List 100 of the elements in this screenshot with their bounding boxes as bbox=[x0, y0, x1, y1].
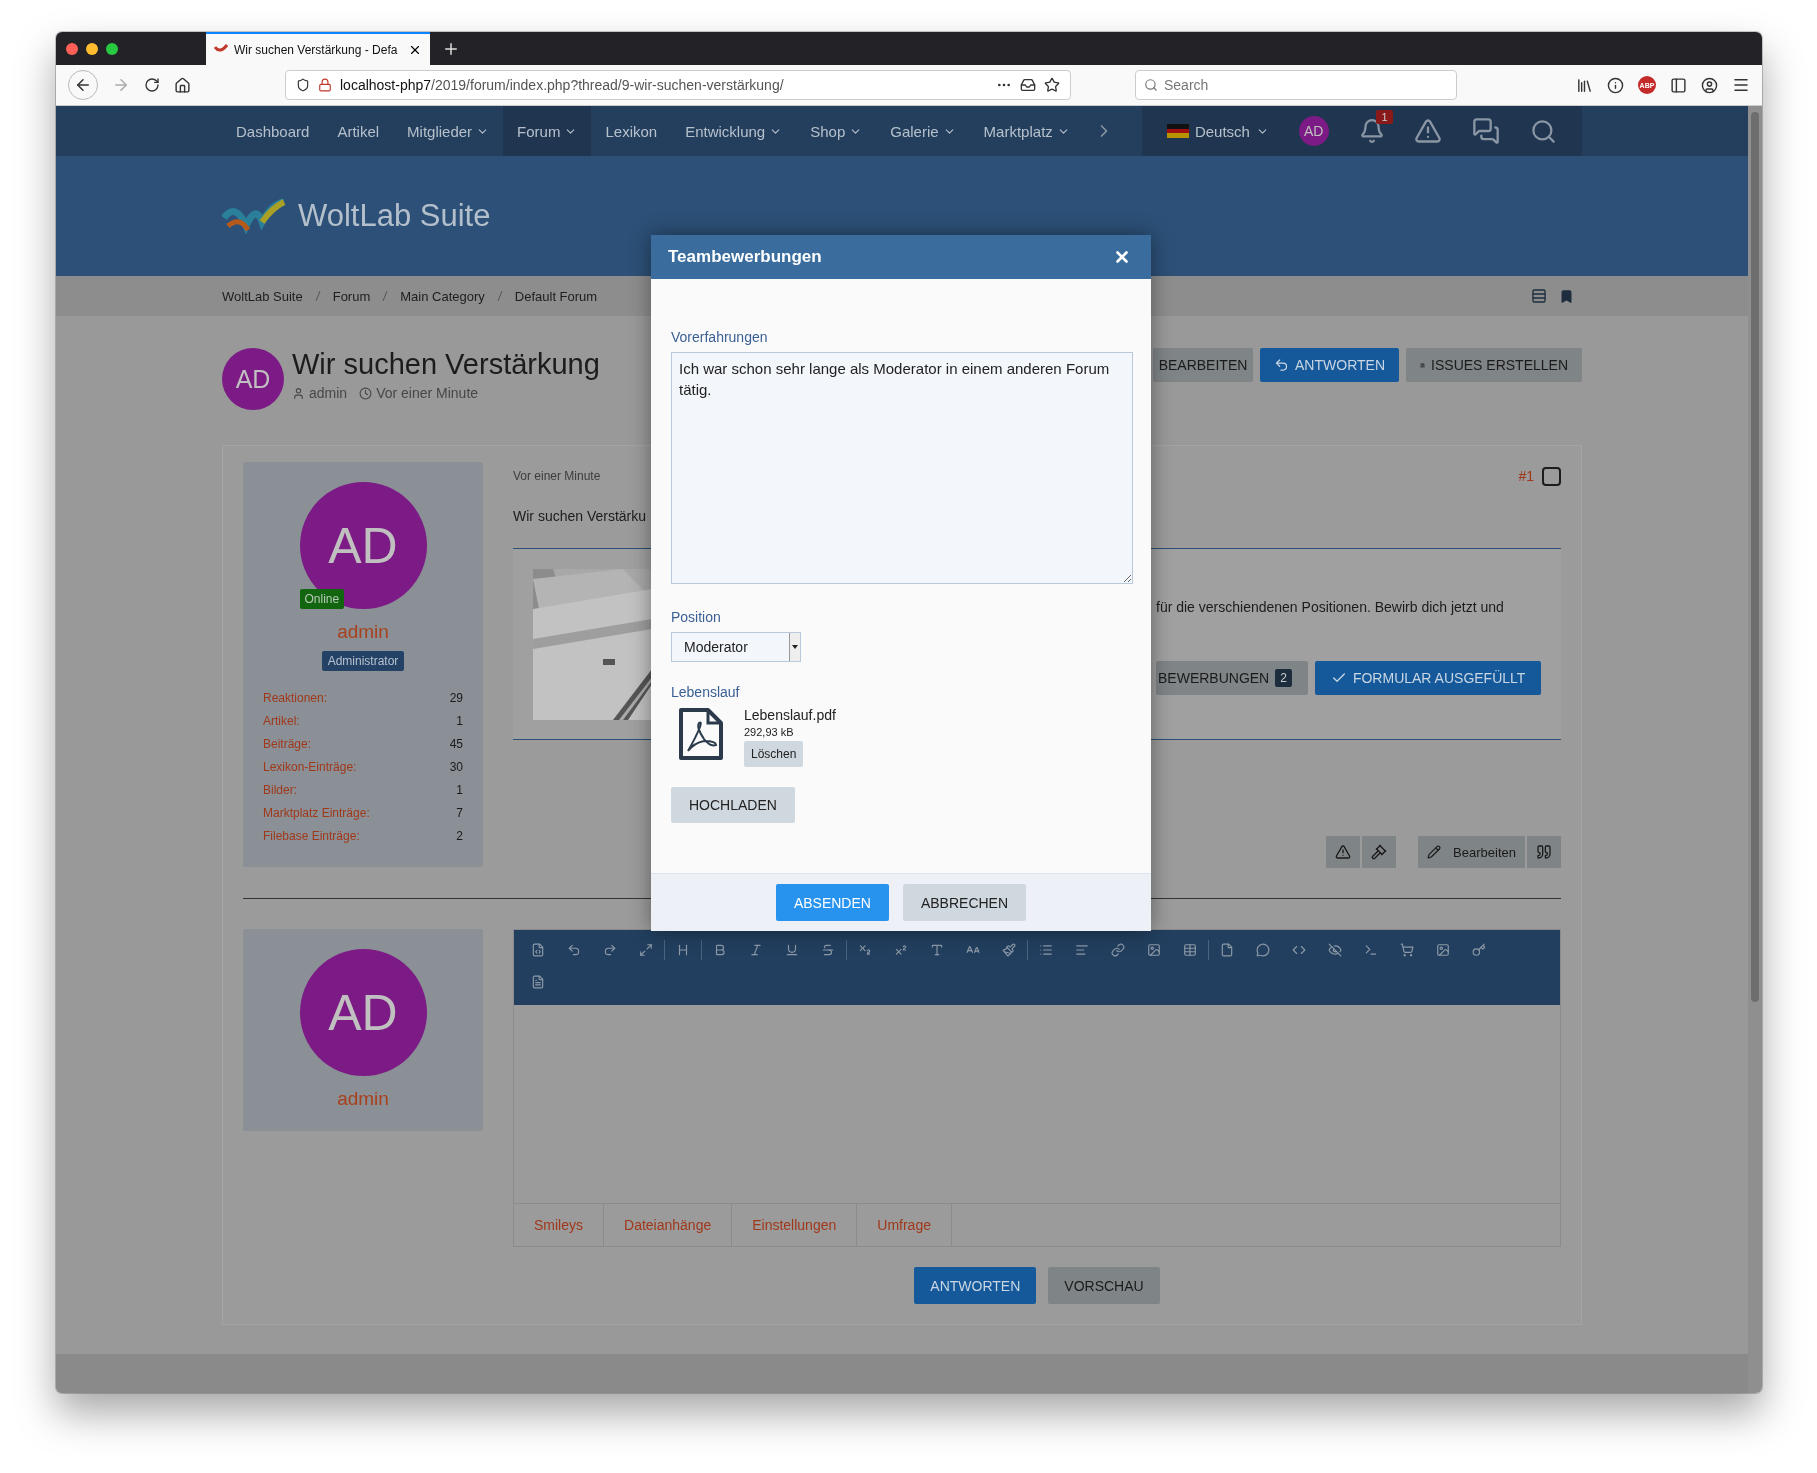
home-icon[interactable] bbox=[174, 76, 191, 94]
bookmark-star-icon[interactable] bbox=[1044, 77, 1060, 93]
language-selector[interactable]: Deutsch bbox=[1166, 122, 1269, 140]
upload-button[interactable]: HOCHLADEN bbox=[671, 787, 795, 823]
stat-value: 7 bbox=[456, 806, 463, 822]
caret-icon bbox=[792, 645, 798, 649]
stat-value: 1 bbox=[456, 714, 463, 730]
inbox-icon[interactable] bbox=[1020, 77, 1036, 93]
close-window-button[interactable] bbox=[66, 42, 78, 55]
preview-button[interactable]: VORSCHAU bbox=[1048, 1267, 1160, 1304]
thread-button[interactable]: BEARBEITEN bbox=[1153, 348, 1253, 382]
stat-value: 29 bbox=[449, 691, 463, 707]
nav-item[interactable]: Shop bbox=[796, 106, 877, 156]
search-field[interactable]: Search bbox=[1135, 70, 1457, 100]
stat-value: 2 bbox=[456, 829, 463, 845]
warning-button[interactable] bbox=[1326, 836, 1361, 868]
edit-button[interactable]: Bearbeiten bbox=[1418, 836, 1525, 868]
zoom-window-button[interactable] bbox=[106, 42, 118, 55]
url-text: localhost-php7/2019/forum/index.php?thread/9-wir-suchen-verstärkung/ bbox=[340, 77, 785, 93]
scrollbar[interactable] bbox=[1748, 106, 1762, 1393]
pencil-icon bbox=[1427, 845, 1442, 859]
text-area[interactable]: Ich war schon sehr lange als Moderator in einem anderen Forum tätig. bbox=[671, 352, 1133, 584]
clock-icon bbox=[359, 386, 373, 400]
field-label: Position bbox=[671, 609, 722, 625]
chat-icon[interactable] bbox=[1472, 117, 1501, 145]
notification-badge: 1 bbox=[1376, 110, 1393, 124]
breadcrumb-link[interactable]: WoltLab Suite bbox=[222, 288, 303, 304]
file-name: Lebenslauf.pdf bbox=[744, 707, 836, 723]
forward-icon[interactable] bbox=[112, 76, 130, 94]
field-label: Lebenslauf bbox=[671, 684, 741, 700]
rank-badge: Administrator bbox=[321, 651, 405, 671]
editor-tab[interactable]: Einstellungen bbox=[732, 1204, 858, 1246]
nav-item[interactable]: Marktplatz bbox=[969, 106, 1084, 156]
breadcrumb-link[interactable]: Default Forum bbox=[514, 288, 598, 304]
minimize-window-button[interactable] bbox=[86, 42, 98, 55]
post-text: für die verschiendenen Positionen. Bewirb dich jetzt und bbox=[1156, 599, 1505, 615]
pdf-file-icon bbox=[678, 707, 724, 761]
stat-value: 1 bbox=[456, 783, 463, 799]
nav-item[interactable]: Dashboard bbox=[222, 106, 324, 156]
delete-button[interactable]: Löschen bbox=[744, 741, 804, 767]
post-time: Vor einer Minute bbox=[513, 469, 601, 483]
info-icon[interactable] bbox=[1607, 76, 1624, 94]
file-size: 292,93 kB bbox=[744, 726, 794, 738]
stat-value: 30 bbox=[449, 760, 463, 776]
browser-tab[interactable]: Wir suchen Verstärkung - Defa bbox=[206, 32, 430, 65]
submit-button[interactable]: ABSENDEN bbox=[775, 884, 889, 921]
nav-item[interactable]: Mitglieder bbox=[393, 106, 504, 156]
bookmark-icon[interactable] bbox=[1559, 288, 1574, 304]
author-name: admin bbox=[309, 385, 348, 401]
nav-item[interactable]: Artikel bbox=[323, 106, 394, 156]
user-avatar[interactable]: AD bbox=[1298, 116, 1329, 146]
stat-value: 45 bbox=[449, 737, 463, 753]
thread-avatar: AD bbox=[222, 348, 284, 410]
hammer-icon bbox=[1371, 844, 1388, 860]
insecure-lock-icon bbox=[318, 78, 332, 92]
select-field[interactable]: Moderator bbox=[671, 632, 801, 662]
slash-icon bbox=[496, 290, 503, 302]
post-checkbox[interactable] bbox=[1542, 466, 1561, 486]
reply-button[interactable]: ANTWORTEN bbox=[914, 1267, 1037, 1304]
reply-icon bbox=[1274, 357, 1290, 373]
shield-icon bbox=[296, 78, 310, 92]
user-avatar: AD bbox=[299, 949, 427, 1076]
post-button[interactable]: FORMULAR AUSGEFÜLLT bbox=[1314, 661, 1542, 695]
count-badge: 2 bbox=[1275, 669, 1292, 687]
thread-button[interactable]: ISSUES ERSTELLEN bbox=[1406, 348, 1582, 382]
nav-item[interactable]: Entwicklung bbox=[671, 106, 797, 156]
library-icon[interactable] bbox=[1576, 76, 1593, 94]
editor-tab[interactable]: Smileys bbox=[514, 1204, 604, 1246]
editor-tab[interactable]: Dateianhänge bbox=[604, 1204, 733, 1246]
user-icon bbox=[292, 386, 305, 400]
warning-icon[interactable] bbox=[1414, 117, 1443, 145]
thread-title: Wir suchen Verstärkung bbox=[292, 348, 600, 381]
breadcrumb-link[interactable]: Forum bbox=[332, 288, 371, 304]
post-button[interactable]: BEWERBUNGEN 2 bbox=[1156, 661, 1308, 695]
cancel-button[interactable]: ABBRECHEN bbox=[902, 884, 1027, 921]
thread-button[interactable]: ANTWORTEN bbox=[1260, 348, 1399, 382]
reload-icon[interactable] bbox=[144, 77, 160, 93]
account-icon[interactable] bbox=[1701, 76, 1718, 94]
dialog-title: Teambewerbungen bbox=[668, 247, 823, 267]
post-time: Vor einer Minute bbox=[376, 385, 479, 401]
search-icon[interactable] bbox=[1530, 117, 1558, 145]
search-icon bbox=[1144, 78, 1158, 92]
list-icon[interactable] bbox=[1531, 288, 1547, 304]
post-title: Wir suchen Verstärku bbox=[513, 508, 648, 524]
logo-text: WoltLab Suite bbox=[298, 198, 491, 234]
menu-icon[interactable] bbox=[1732, 76, 1750, 94]
hammer-button[interactable] bbox=[1362, 836, 1397, 868]
nav-item[interactable]: Galerie bbox=[876, 106, 970, 156]
quote-icon bbox=[1536, 844, 1552, 860]
sidebar-icon[interactable] bbox=[1670, 76, 1687, 94]
editor-tab[interactable]: Umfrage bbox=[857, 1204, 952, 1246]
address-bar[interactable]: localhost-php7/2019/forum/index.php?thread/9-wir-suchen-verstärkung/ bbox=[285, 70, 1071, 100]
nav-item[interactable]: Forum bbox=[503, 106, 592, 156]
warning-icon bbox=[1335, 844, 1352, 860]
slash-icon bbox=[314, 290, 321, 302]
quote-button[interactable] bbox=[1527, 836, 1561, 868]
logo-icon bbox=[222, 196, 288, 236]
breadcrumb-link[interactable]: Main Category bbox=[400, 288, 485, 304]
flag-icon bbox=[1166, 124, 1189, 138]
nav-item[interactable]: Lexikon bbox=[591, 106, 672, 156]
